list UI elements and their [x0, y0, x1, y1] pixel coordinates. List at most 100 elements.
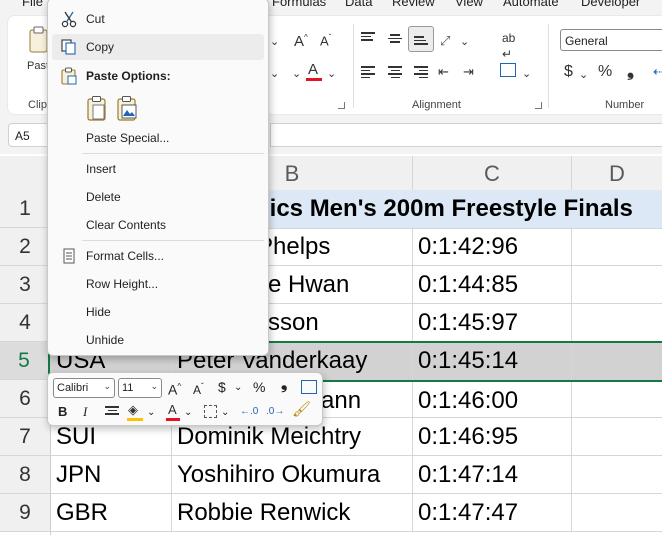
cell-d9[interactable] — [572, 494, 662, 532]
cell-c4[interactable]: 0:1:45:97 — [413, 304, 572, 342]
row-header-8[interactable]: 8 — [0, 456, 50, 494]
cell-a8[interactable]: JPN — [51, 456, 172, 494]
tab-formulas[interactable]: Formulas — [272, 0, 326, 9]
chevron-down-icon[interactable]: ⌄ — [147, 405, 155, 421]
format-painter-icon[interactable]: 🖌 — [292, 402, 311, 418]
merge-center-icon[interactable] — [500, 63, 516, 77]
top-align-icon[interactable] — [361, 32, 375, 44]
cell-b8[interactable]: Yoshihiro Okumura — [172, 456, 413, 494]
decrease-font-size-icon[interactable]: Aˇ — [320, 30, 331, 49]
menu-item-hide[interactable]: Hide — [52, 299, 264, 325]
menu-item-paste-special[interactable]: Paste Special... — [52, 125, 264, 151]
row-header-1[interactable]: 1 — [0, 190, 50, 228]
menu-item-row-height[interactable]: Row Height... — [52, 271, 264, 297]
font-size-dropdown-caret-icon[interactable]: ⌄ — [270, 34, 279, 50]
menu-item-copy[interactable]: Copy — [52, 34, 264, 60]
orientation-icon[interactable]: ⤢ — [440, 33, 450, 49]
menu-item-insert[interactable]: Insert — [52, 156, 264, 182]
paste-button-label[interactable]: Past — [27, 60, 49, 72]
increase-decimal-icon[interactable]: ⇠ — [653, 64, 662, 80]
tab-review[interactable]: Review — [392, 0, 435, 9]
row-header-5[interactable]: 5 — [0, 342, 50, 380]
tab-file[interactable]: File — [22, 0, 43, 9]
tab-data[interactable]: Data — [345, 0, 372, 9]
cell-d8[interactable] — [572, 456, 662, 494]
cell-c5[interactable]: 0:1:45:14 — [413, 342, 572, 380]
orientation-caret-icon[interactable]: ⌄ — [460, 34, 469, 50]
tab-view[interactable]: View — [455, 0, 483, 9]
mini-align-center-icon[interactable] — [105, 406, 119, 418]
align-center-icon[interactable] — [388, 66, 402, 78]
cell-d3[interactable] — [572, 266, 662, 304]
row-header-4[interactable]: 4 — [0, 304, 50, 342]
menu-item-clear-contents[interactable]: Clear Contents — [52, 212, 264, 238]
cell-c3[interactable]: 0:1:44:85 — [413, 266, 572, 304]
tab-developer[interactable]: Developer — [581, 0, 640, 9]
increase-indent-icon[interactable]: ⇥ — [463, 64, 474, 80]
formula-input[interactable] — [270, 123, 662, 147]
align-right-icon[interactable] — [414, 66, 428, 78]
comma-style-icon[interactable]: ❟ — [627, 61, 634, 79]
fill-dropdown-caret-icon[interactable]: ⌄ — [270, 66, 279, 82]
decrease-font-size-icon[interactable]: Aˇ — [193, 379, 204, 398]
currency-caret-icon[interactable]: ⌄ — [579, 67, 588, 83]
paste-icon[interactable] — [84, 95, 110, 121]
mini-percent-icon[interactable]: % — [253, 379, 265, 395]
paste-picture-icon[interactable] — [114, 95, 140, 121]
fill-color-caret-icon[interactable]: ⌄ — [292, 66, 301, 82]
merge-caret-icon[interactable]: ⌄ — [522, 66, 531, 82]
cell-c8[interactable]: 0:1:47:14 — [413, 456, 572, 494]
cell-c7[interactable]: 0:1:46:95 — [413, 418, 572, 456]
currency-format-icon[interactable]: $ — [564, 64, 573, 80]
cell-d7[interactable] — [572, 418, 662, 456]
mini-size-dropdown[interactable]: 11 ⌄ — [118, 378, 162, 398]
chevron-down-icon[interactable]: ⌄ — [221, 405, 229, 421]
borders-icon[interactable] — [204, 405, 217, 418]
cell-d5[interactable] — [572, 342, 662, 380]
font-color-icon[interactable]: A — [306, 61, 322, 82]
column-header-d[interactable]: D — [572, 156, 662, 190]
row-header-2[interactable]: 2 — [0, 228, 50, 266]
column-header-c[interactable]: C — [413, 156, 572, 190]
fill-color-icon[interactable]: ◈ — [127, 402, 143, 422]
bottom-align-icon[interactable] — [408, 26, 434, 52]
menu-item-cut[interactable]: Cut — [52, 6, 264, 32]
decrease-decimal-icon[interactable]: .0→ — [266, 404, 284, 420]
menu-item-delete[interactable]: Delete — [52, 184, 264, 210]
alignment-launcher-icon[interactable] — [535, 102, 542, 109]
mini-currency-icon[interactable]: $ — [218, 379, 226, 395]
font-color-caret-icon[interactable]: ⌄ — [327, 66, 336, 82]
tab-automate[interactable]: Automate — [503, 0, 559, 9]
increase-font-size-icon[interactable]: A^ — [168, 379, 181, 398]
decrease-indent-icon[interactable]: ⇤ — [438, 64, 449, 80]
font-launcher-icon[interactable] — [338, 102, 345, 109]
cell-d2[interactable] — [572, 228, 662, 266]
cell-c2[interactable]: 0:1:42:96 — [413, 228, 572, 266]
cell-d4[interactable] — [572, 304, 662, 342]
cell-c9[interactable]: 0:1:47:47 — [413, 494, 572, 532]
row-header-3[interactable]: 3 — [0, 266, 50, 304]
mini-font-dropdown[interactable]: Calibri ⌄ — [53, 378, 115, 398]
name-box[interactable]: A5 — [8, 123, 48, 147]
mini-merge-icon[interactable] — [301, 380, 317, 394]
number-format-dropdown[interactable]: General — [560, 29, 662, 51]
middle-align-icon[interactable] — [388, 34, 402, 46]
cell-d6[interactable] — [572, 382, 662, 418]
percent-format-icon[interactable]: % — [598, 64, 612, 80]
menu-item-format-cells[interactable]: Format Cells... — [52, 243, 264, 269]
row-header-7[interactable]: 7 — [0, 418, 50, 456]
chevron-down-icon[interactable]: ⌄ — [184, 405, 192, 421]
row-header-6[interactable]: 6 — [0, 380, 50, 418]
increase-font-size-icon[interactable]: A^ — [294, 30, 308, 50]
wrap-text-icon[interactable]: ab ↵ — [502, 30, 515, 62]
chevron-down-icon[interactable]: ⌄ — [234, 380, 242, 396]
cell-c6[interactable]: 0:1:46:00 — [413, 382, 572, 418]
increase-decimal-icon[interactable]: ←.0 — [240, 404, 258, 420]
cell-a9[interactable]: GBR — [51, 494, 172, 532]
mini-font-color-icon[interactable]: A — [166, 402, 180, 422]
menu-item-unhide[interactable]: Unhide — [52, 327, 264, 353]
title-cell[interactable]: pics Men's 200m Freestyle Finals — [255, 190, 633, 228]
align-left-icon[interactable] — [361, 66, 375, 78]
mini-bold-button[interactable]: B — [58, 404, 67, 420]
cell-b9[interactable]: Robbie Renwick — [172, 494, 413, 532]
